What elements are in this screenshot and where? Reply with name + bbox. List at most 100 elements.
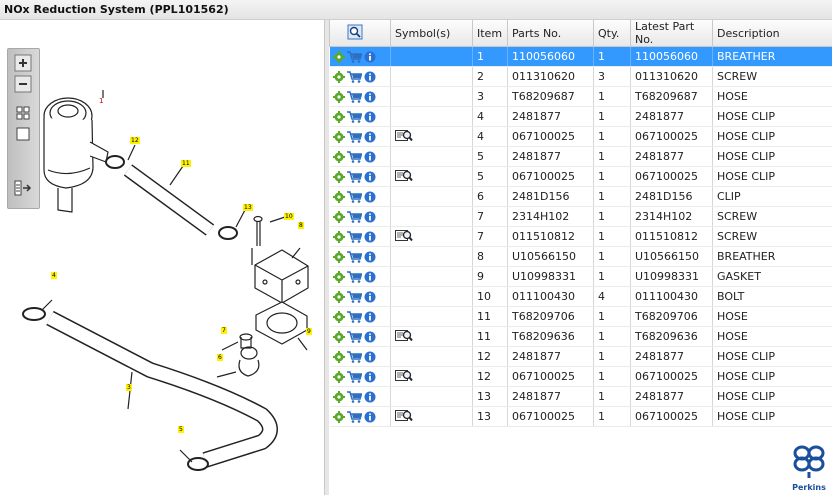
breather-8[interactable] (251, 248, 309, 304)
callout-item-11[interactable]: 11 (181, 160, 191, 167)
fit-grid-icon[interactable] (14, 104, 32, 122)
screw-7[interactable] (239, 333, 253, 349)
latest-part-no-cell[interactable]: 011100430 (630, 286, 713, 307)
gear-icon[interactable] (332, 211, 345, 223)
latest-part-no-cell[interactable]: 011510812 (630, 226, 713, 247)
table-row[interactable]: 6 2481D156 1 2481D156 CLIP (329, 186, 832, 207)
gear-icon[interactable] (332, 251, 345, 263)
cart-icon[interactable] (346, 331, 362, 343)
cart-icon[interactable] (346, 251, 362, 263)
zoom-in-icon[interactable] (14, 54, 32, 72)
latest-part-no-cell[interactable]: 2481877 (630, 346, 713, 367)
view-reference-icon[interactable] (395, 369, 413, 382)
latest-part-no-cell[interactable]: 2481877 (630, 386, 713, 407)
gear-icon[interactable] (332, 411, 345, 423)
info-icon[interactable] (364, 71, 376, 83)
part-no-cell[interactable]: U10998331 (507, 266, 594, 287)
table-row[interactable]: 1 110056060 1 110056060 BREATHER (329, 46, 832, 67)
cart-icon[interactable] (346, 271, 362, 283)
info-icon[interactable] (364, 191, 376, 203)
cart-icon[interactable] (346, 231, 362, 243)
table-row[interactable]: 11 T68209706 1 T68209706 HOSE (329, 306, 832, 327)
callout-item-1[interactable]: 1 (99, 88, 103, 107)
table-row[interactable]: 4 2481877 1 2481877 HOSE CLIP (329, 106, 832, 127)
part-no-cell[interactable]: 2481877 (507, 386, 594, 407)
callout-item-6[interactable]: 6 (217, 354, 223, 361)
view-reference-icon[interactable] (395, 129, 413, 142)
column-header-qty[interactable]: Qty. (593, 20, 631, 47)
info-icon[interactable] (364, 271, 376, 283)
info-icon[interactable] (364, 391, 376, 403)
callout-item-12[interactable]: 12 (130, 137, 140, 144)
table-row[interactable]: 2 011310620 3 011310620 SCREW (329, 66, 832, 87)
info-icon[interactable] (364, 151, 376, 163)
latest-part-no-cell[interactable]: 067100025 (630, 406, 713, 427)
info-icon[interactable] (364, 131, 376, 143)
clip-6[interactable] (238, 346, 260, 377)
gear-icon[interactable] (332, 151, 345, 163)
cart-icon[interactable] (346, 111, 362, 123)
latest-part-no-cell[interactable]: 067100025 (630, 366, 713, 387)
info-icon[interactable] (364, 411, 376, 423)
latest-part-no-cell[interactable]: 2481877 (630, 146, 713, 167)
clip-13[interactable] (218, 226, 238, 240)
part-no-cell[interactable]: 011510812 (507, 226, 594, 247)
column-header-description[interactable]: Description (712, 20, 832, 47)
breather-body[interactable] (43, 97, 109, 213)
cart-icon[interactable] (346, 71, 362, 83)
gear-icon[interactable] (332, 331, 345, 343)
part-no-cell[interactable]: 067100025 (507, 406, 594, 427)
gear-icon[interactable] (332, 271, 345, 283)
callout-item-7[interactable]: 7 (221, 327, 227, 334)
latest-part-no-cell[interactable]: 011310620 (630, 66, 713, 87)
part-no-cell[interactable]: T68209706 (507, 306, 594, 327)
sync-table-icon[interactable] (14, 179, 32, 197)
cart-icon[interactable] (346, 131, 362, 143)
cart-icon[interactable] (346, 311, 362, 323)
clip-12[interactable] (105, 155, 125, 169)
view-reference-icon[interactable] (395, 229, 413, 242)
callout-item-10[interactable]: 10 (284, 213, 294, 220)
latest-part-no-cell[interactable]: 2481D156 (630, 186, 713, 207)
info-icon[interactable] (364, 91, 376, 103)
gear-icon[interactable] (332, 231, 345, 243)
parts-diagram[interactable]: 1 12 11 13 10 8 4 7 9 6 3 5 (0, 20, 324, 495)
table-row[interactable]: 12 067100025 1 067100025 HOSE CLIP (329, 366, 832, 387)
gear-icon[interactable] (332, 171, 345, 183)
gear-icon[interactable] (332, 291, 345, 303)
table-row[interactable]: 11 T68209636 1 T68209636 HOSE (329, 326, 832, 347)
table-row[interactable]: 10 011100430 4 011100430 BOLT (329, 286, 832, 307)
part-no-cell[interactable]: T68209687 (507, 86, 594, 107)
info-icon[interactable] (364, 171, 376, 183)
info-icon[interactable] (364, 231, 376, 243)
column-header-item[interactable]: Item (472, 20, 508, 47)
table-row[interactable]: 13 2481877 1 2481877 HOSE CLIP (329, 386, 832, 407)
cart-icon[interactable] (346, 391, 362, 403)
table-row[interactable]: 5 2481877 1 2481877 HOSE CLIP (329, 146, 832, 167)
part-no-cell[interactable]: 2481877 (507, 346, 594, 367)
table-row[interactable]: 4 067100025 1 067100025 HOSE CLIP (329, 126, 832, 147)
info-icon[interactable] (364, 111, 376, 123)
callout-item-5[interactable]: 5 (178, 426, 184, 433)
clip-5[interactable] (187, 457, 209, 471)
latest-part-no-cell[interactable]: 110056060 (630, 46, 713, 67)
view-reference-icon[interactable] (395, 409, 413, 422)
latest-part-no-cell[interactable]: T68209636 (630, 326, 713, 347)
latest-part-no-cell[interactable]: T68209687 (630, 86, 713, 107)
gear-icon[interactable] (332, 71, 345, 83)
table-row[interactable]: 3 T68209687 1 T68209687 HOSE (329, 86, 832, 107)
gear-icon[interactable] (332, 351, 345, 363)
column-header-actions[interactable] (329, 20, 391, 47)
info-icon[interactable] (364, 211, 376, 223)
cart-icon[interactable] (346, 411, 362, 423)
latest-part-no-cell[interactable]: 2481877 (630, 106, 713, 127)
part-no-cell[interactable]: 2314H102 (507, 206, 594, 227)
cart-icon[interactable] (346, 91, 362, 103)
callout-item-3[interactable]: 3 (126, 384, 132, 391)
part-no-cell[interactable]: 067100025 (507, 166, 594, 187)
latest-part-no-cell[interactable]: 067100025 (630, 126, 713, 147)
cart-icon[interactable] (346, 191, 362, 203)
latest-part-no-cell[interactable]: 2314H102 (630, 206, 713, 227)
info-icon[interactable] (364, 311, 376, 323)
table-row[interactable]: 7 011510812 1 011510812 SCREW (329, 226, 832, 247)
